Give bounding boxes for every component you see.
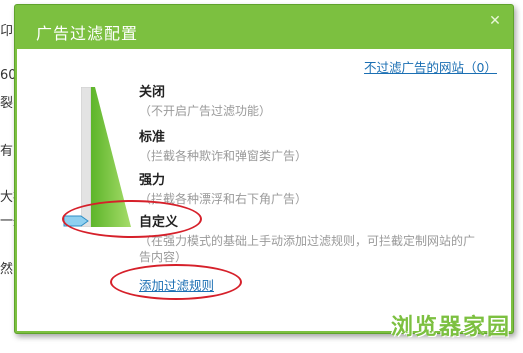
- level-title: 自定义: [139, 215, 179, 230]
- no-filter-sites-link[interactable]: 不过滤广告的网站（0）: [364, 57, 497, 76]
- level-off[interactable]: 关闭 （不开启广告过滤功能）: [139, 81, 479, 119]
- filter-level-slider[interactable]: [81, 87, 131, 227]
- add-filter-rule-link[interactable]: 添加过滤规则: [139, 275, 214, 294]
- level-title: 标准: [139, 130, 166, 145]
- ad-filter-dialog: 广告过滤配置 ✕ 不过滤广告的网站（0） 关闭 （不开启广告过滤功能） 标准 （…: [14, 4, 514, 334]
- title-bar: 广告过滤配置 ✕: [15, 5, 513, 45]
- level-desc: （拦截各种欺诈和弹窗类广告）: [139, 149, 308, 163]
- dialog-title: 广告过滤配置: [36, 24, 139, 43]
- background-text: 有: [0, 144, 14, 159]
- watermark: 浏览器家园: [390, 315, 511, 340]
- level-title: 强力: [139, 173, 166, 188]
- level-desc: （拦截各种漂浮和右下角广告）: [139, 192, 308, 206]
- level-desc: （不开启广告过滤功能）: [139, 104, 272, 118]
- level-title: 关闭: [139, 85, 166, 100]
- background-text: 裂: [0, 96, 14, 111]
- level-desc: （在强力模式的基础上手动添加过滤规则，可拦截定制网站的广告内容）: [139, 234, 476, 264]
- close-icon[interactable]: ✕: [487, 13, 503, 29]
- background-text: 然: [0, 262, 14, 277]
- dialog-content: 不过滤广告的网站（0） 关闭 （不开启广告过滤功能） 标准 （拦截各种欺诈和弹窗…: [17, 49, 511, 331]
- slider-thumb[interactable]: [63, 215, 89, 227]
- level-custom[interactable]: 自定义 （在强力模式的基础上手动添加过滤规则，可拦截定制网站的广告内容）: [139, 211, 479, 265]
- level-strong[interactable]: 强力 （拦截各种漂浮和右下角广告）: [139, 169, 479, 207]
- level-standard[interactable]: 标准 （拦截各种欺诈和弹窗类广告）: [139, 126, 479, 164]
